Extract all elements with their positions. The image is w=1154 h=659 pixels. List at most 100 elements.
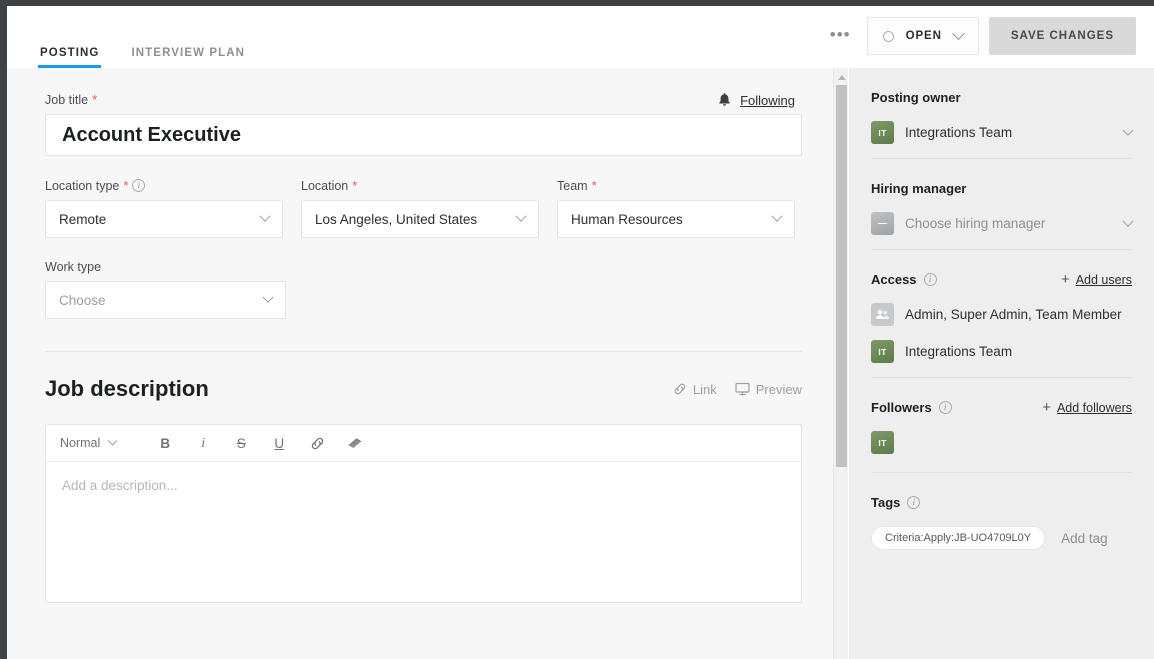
required-marker: * [123,178,129,193]
work-type-value: Choose [59,292,106,308]
posting-owner-row[interactable]: IT Integrations Team [871,121,1134,144]
work-type-field: Work type Choose [45,260,286,319]
eraser-icon [348,438,362,448]
scrollbar-thumb[interactable] [836,85,847,467]
access-header: Access i + Add users [871,272,1132,287]
followers-avatar-list: IT [871,431,1132,454]
tab-bar: POSTING INTERVIEW PLAN [38,26,275,68]
insert-link-button[interactable] [298,425,336,461]
text-style-dropdown[interactable]: Normal [60,435,118,450]
posting-owner-value: Integrations Team [905,125,1013,140]
info-icon[interactable]: i [132,179,146,192]
strikethrough-button[interactable]: S [222,425,260,461]
location-type-select[interactable]: Remote [45,200,283,238]
add-users-link[interactable]: + Add users [1061,272,1132,287]
italic-button[interactable]: i [184,425,222,461]
team-select[interactable]: Human Resources [557,200,795,238]
page-root: POSTING INTERVIEW PLAN ••• OPEN SAVE CHA… [0,0,1154,659]
hiring-manager-title: Hiring manager [871,181,967,196]
editor-toolbar: Normal B i S U [46,425,801,462]
chevron-down-icon [1122,124,1134,136]
team-value: Human Resources [571,211,683,227]
clear-formatting-button[interactable] [336,425,374,461]
details-sidebar: Posting owner IT Integrations Team Hirin… [849,68,1154,659]
location-label: Location * [301,178,539,193]
tags-section: Tags i Criteria:Apply:JB-UO4709L0Y Add t… [871,473,1132,550]
work-type-select[interactable]: Choose [45,281,286,319]
location-select[interactable]: Los Angeles, United States [301,200,539,238]
info-icon[interactable]: i [923,273,937,286]
chevron-down-icon [1122,215,1134,227]
avatar[interactable]: IT [871,431,894,454]
followers-section: Followers i + Add followers IT [871,378,1132,473]
job-description-header: Job description Link Preview [45,376,802,402]
job-title-label: Job title * [45,92,795,107]
save-changes-button[interactable]: SAVE CHANGES [988,17,1136,55]
add-followers-label: Add followers [1056,400,1132,415]
list-item[interactable]: IT Integrations Team [871,340,1132,363]
avatar: IT [871,121,894,144]
description-placeholder: Add a description... [62,478,178,493]
plus-icon: + [1042,399,1051,416]
chevron-down-icon [515,210,527,222]
followers-title: Followers [871,400,932,415]
team-label: Team * [557,178,795,193]
description-textarea[interactable]: Add a description... [46,462,801,602]
list-item[interactable]: Admin, Super Admin, Team Member [871,303,1132,326]
hiring-manager-value: Choose hiring manager [905,216,1046,231]
window-chrome-left [0,0,7,659]
location-type-label-text: Location type [45,178,120,193]
chevron-down-icon [951,26,965,40]
add-users-label: Add users [1075,272,1132,287]
work-type-label-text: Work type [45,260,102,274]
required-marker: * [92,92,98,107]
job-title-label-text: Job title [45,92,89,107]
info-icon[interactable]: i [938,401,952,414]
tab-posting[interactable]: POSTING [38,47,102,68]
followers-header: Followers i + Add followers [871,400,1132,415]
tag-item[interactable]: Criteria:Apply:JB-UO4709L0Y [871,526,1046,550]
chevron-down-icon [771,210,783,222]
chevron-down-icon [262,291,274,303]
required-marker: * [352,178,358,193]
job-description-title: Job description [45,376,209,401]
main-scrollbar[interactable] [833,68,848,659]
job-title-value: Account Executive [62,123,241,146]
text-style-value: Normal [60,436,101,450]
link-action-label: Link [692,381,717,397]
preview-action[interactable]: Preview [735,382,802,397]
job-attributes-row: Location type * i Remote Location * Los … [45,178,795,238]
bold-button[interactable]: B [146,425,184,461]
following-toggle[interactable]: Following [717,92,795,108]
add-tag-button[interactable]: Add tag [1061,531,1108,546]
status-dropdown[interactable]: OPEN [866,17,979,55]
scroll-up-arrow-icon[interactable] [834,71,849,84]
tags-title: Tags [871,495,901,510]
access-title: Access [871,272,917,287]
access-item-label: Integrations Team [905,344,1013,359]
location-type-value: Remote [59,211,107,227]
tab-interview-plan[interactable]: INTERVIEW PLAN [129,47,247,68]
link-action[interactable]: Link [673,382,717,397]
main-content: Job title * Following Account Executive [7,68,833,659]
underline-button[interactable]: U [260,425,298,461]
hiring-manager-row[interactable]: Choose hiring manager [871,212,1134,235]
hiring-manager-header: Hiring manager [871,181,1132,196]
tags-list: Criteria:Apply:JB-UO4709L0Y Add tag [871,526,1132,550]
header-actions: ••• OPEN SAVE CHANGES [814,17,1136,55]
description-editor: Normal B i S U Add a description... [45,424,802,603]
location-type-field: Location type * i Remote [45,178,283,238]
team-label-text: Team [557,178,588,193]
work-type-label: Work type [45,260,286,274]
location-type-label: Location type * i [45,178,283,193]
chevron-down-icon [107,435,118,446]
tab-posting-label: POSTING [40,47,100,59]
access-item-label: Admin, Super Admin, Team Member [905,307,1122,322]
job-title-input[interactable]: Account Executive [45,114,802,156]
job-description-actions: Link Preview [673,382,802,397]
group-icon [871,303,894,326]
more-options-icon[interactable]: ••• [814,26,867,43]
info-icon[interactable]: i [907,496,921,509]
add-followers-link[interactable]: + Add followers [1042,400,1132,415]
location-label-text: Location [301,178,349,193]
